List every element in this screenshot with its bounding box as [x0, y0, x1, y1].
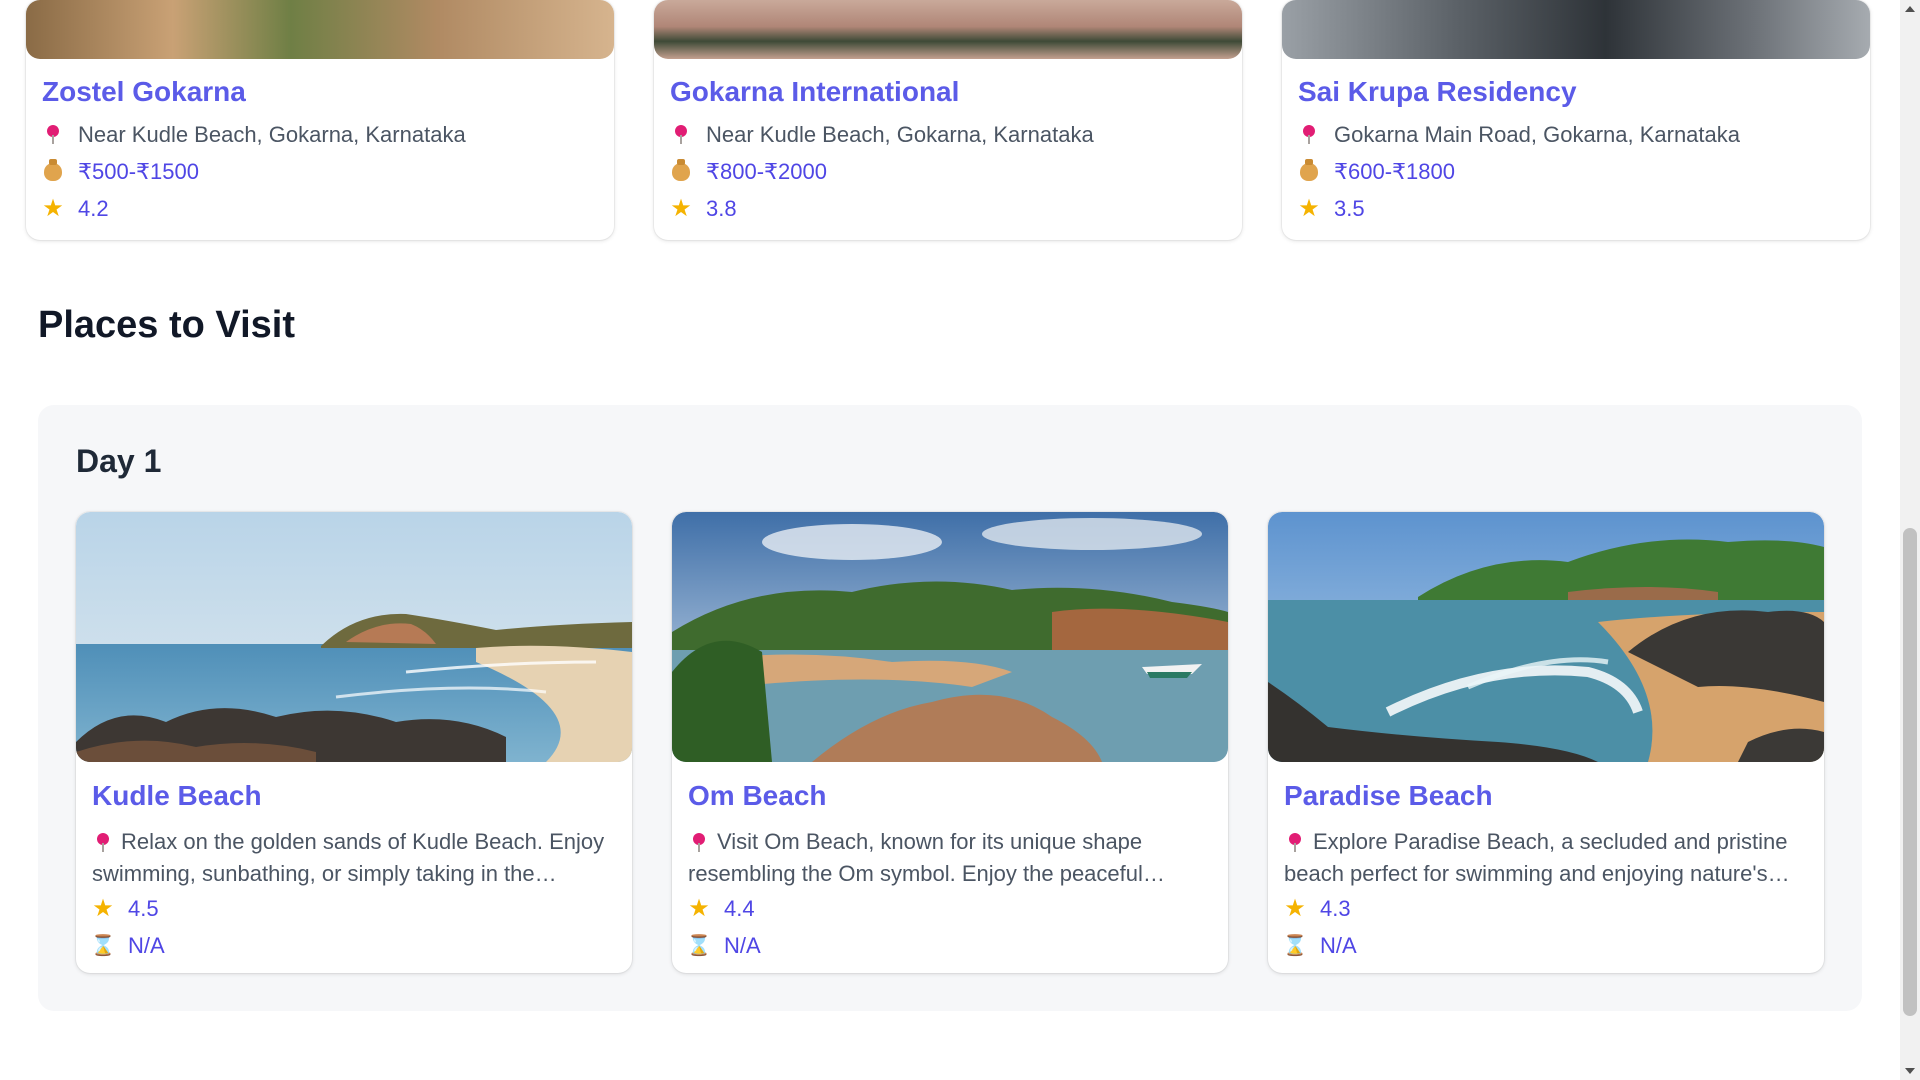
hotel-card[interactable]: Sai Krupa Residency Gokarna Main Road, G… [1282, 0, 1870, 240]
place-rating-text: 4.5 [128, 896, 159, 921]
place-duration-text: N/A [1320, 933, 1357, 958]
place-rating: ★ 4.4 [688, 895, 755, 922]
place-description: Explore Paradise Beach, a secluded and p… [1284, 826, 1808, 890]
hotel-price: ₹600-₹1800 [1298, 159, 1455, 185]
hotel-rating: ★ 3.8 [670, 195, 737, 222]
scroll-down-arrow-icon[interactable] [1905, 1068, 1915, 1074]
money-bag-icon [670, 159, 692, 181]
hotel-location: Gokarna Main Road, Gokarna, Karnataka [1298, 122, 1740, 148]
hotel-name: Gokarna International [670, 76, 960, 107]
place-description: Relax on the golden sands of Kudle Beach… [92, 826, 616, 890]
hotel-location-text: Near Kudle Beach, Gokarna, Karnataka [78, 122, 466, 147]
pin-icon [693, 833, 705, 852]
scrollbar-thumb[interactable] [1903, 528, 1917, 1016]
place-rating-text: 4.3 [1320, 896, 1351, 921]
money-bag-icon [42, 159, 64, 181]
place-image [1268, 512, 1824, 762]
money-bag-icon [1298, 159, 1320, 181]
place-image [672, 512, 1228, 762]
hotel-card-list: Zostel Gokarna Near Kudle Beach, Gokarna… [26, 0, 1870, 240]
hotel-name: Zostel Gokarna [42, 76, 246, 107]
pin-icon [42, 125, 64, 144]
hotel-price-text: ₹600-₹1800 [1334, 159, 1455, 184]
hotel-price-text: ₹800-₹2000 [706, 159, 827, 184]
hotel-image [654, 0, 1242, 59]
hotel-rating-text: 3.5 [1334, 196, 1365, 221]
place-name: Kudle Beach [92, 780, 262, 811]
pin-icon [1298, 125, 1320, 144]
place-description-text: Visit Om Beach, known for its unique sha… [688, 829, 1143, 886]
place-duration: ⌛ N/A [1282, 933, 1357, 959]
star-icon: ★ [670, 195, 692, 222]
place-image [76, 512, 632, 762]
place-card[interactable]: Kudle Beach Relax on the golden sands of… [76, 512, 632, 973]
star-icon: ★ [1284, 895, 1306, 922]
hourglass-icon: ⌛ [90, 935, 116, 957]
hotel-location: Near Kudle Beach, Gokarna, Karnataka [42, 122, 466, 148]
day-panel: Day 1 Kudle Beach Relax on the golden sa… [38, 405, 1862, 1011]
place-rating: ★ 4.3 [1284, 895, 1351, 922]
place-duration: ⌛ N/A [90, 933, 165, 959]
star-icon: ★ [1298, 195, 1320, 222]
place-duration-text: N/A [128, 933, 165, 958]
place-name: Om Beach [688, 780, 827, 811]
hotel-rating: ★ 4.2 [42, 195, 109, 222]
place-card-list: Kudle Beach Relax on the golden sands of… [76, 512, 1824, 973]
star-icon: ★ [42, 195, 64, 222]
place-description-text: Explore Paradise Beach, a secluded and p… [1284, 829, 1788, 886]
hotel-card[interactable]: Gokarna International Near Kudle Beach, … [654, 0, 1242, 240]
hotel-rating-text: 4.2 [78, 196, 109, 221]
place-duration: ⌛ N/A [686, 933, 761, 959]
star-icon: ★ [92, 895, 114, 922]
pin-icon [97, 833, 109, 852]
place-card[interactable]: Om Beach Visit Om Beach, known for its u… [672, 512, 1228, 973]
hotel-price: ₹500-₹1500 [42, 159, 199, 185]
place-rating: ★ 4.5 [92, 895, 159, 922]
place-card[interactable]: Paradise Beach Explore Paradise Beach, a… [1268, 512, 1824, 973]
vertical-scrollbar[interactable] [1900, 0, 1920, 1080]
hotel-image [26, 0, 614, 59]
pin-icon [670, 125, 692, 144]
hotel-location-text: Gokarna Main Road, Gokarna, Karnataka [1334, 122, 1741, 147]
place-description-text: Relax on the golden sands of Kudle Beach… [92, 829, 605, 886]
hourglass-icon: ⌛ [1282, 935, 1308, 957]
place-name: Paradise Beach [1284, 780, 1493, 811]
day-title: Day 1 [76, 443, 162, 479]
place-rating-text: 4.4 [724, 896, 755, 921]
scroll-up-arrow-icon[interactable] [1905, 6, 1915, 12]
hotel-rating: ★ 3.5 [1298, 195, 1365, 222]
hotel-price: ₹800-₹2000 [670, 159, 827, 185]
hotel-location: Near Kudle Beach, Gokarna, Karnataka [670, 122, 1094, 148]
hourglass-icon: ⌛ [686, 935, 712, 957]
star-icon: ★ [688, 895, 710, 922]
place-description: Visit Om Beach, known for its unique sha… [688, 826, 1212, 890]
hotel-price-text: ₹500-₹1500 [78, 159, 199, 184]
hotel-image [1282, 0, 1870, 59]
places-section-title: Places to Visit [38, 304, 295, 346]
hotel-name: Sai Krupa Residency [1298, 76, 1577, 107]
hotel-location-text: Near Kudle Beach, Gokarna, Karnataka [706, 122, 1094, 147]
place-duration-text: N/A [724, 933, 761, 958]
hotel-rating-text: 3.8 [706, 196, 737, 221]
pin-icon [1289, 833, 1301, 852]
hotel-card[interactable]: Zostel Gokarna Near Kudle Beach, Gokarna… [26, 0, 614, 240]
